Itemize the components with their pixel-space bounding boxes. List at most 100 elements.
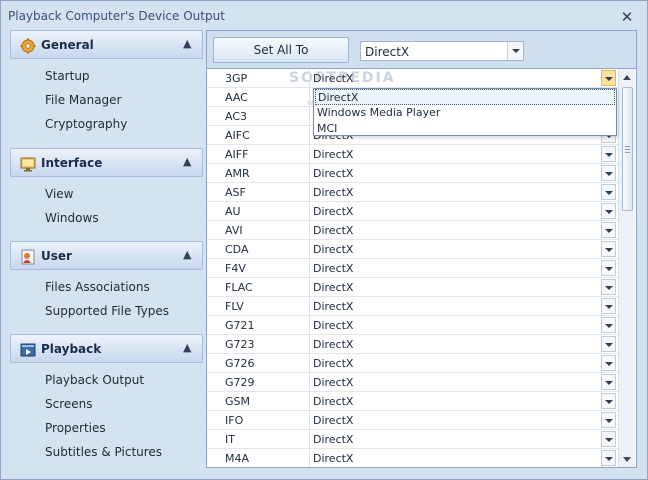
table-row[interactable]: FLAC DirectX — [207, 278, 618, 297]
table-row[interactable]: FLV DirectX — [207, 297, 618, 316]
format-cell: AIFF — [225, 148, 249, 161]
output-cell[interactable]: DirectX — [313, 72, 353, 85]
output-cell[interactable]: DirectX — [313, 262, 353, 275]
table-row[interactable]: M4A DirectX — [207, 449, 618, 467]
chevron-down-icon[interactable] — [601, 222, 616, 238]
set-all-select[interactable]: DirectX — [360, 41, 524, 61]
section-interface-header[interactable]: Interface ▲ — [10, 148, 203, 177]
table-row[interactable]: IT DirectX — [207, 430, 618, 449]
sidebar-item-supported-file-types[interactable]: Supported File Types — [45, 304, 169, 318]
chevron-down-icon[interactable] — [601, 393, 616, 409]
sidebar-item-windows[interactable]: Windows — [45, 211, 99, 225]
format-cell: AC3 — [225, 110, 248, 123]
output-cell[interactable]: DirectX — [313, 452, 353, 465]
output-cell[interactable]: DirectX — [313, 319, 353, 332]
scrollbar-thumb[interactable] — [622, 87, 633, 211]
output-dropdown-list: DirectX Windows Media Player MCI — [313, 88, 617, 136]
table-row[interactable]: G723 DirectX — [207, 335, 618, 354]
sidebar-item-screens[interactable]: Screens — [45, 397, 93, 411]
chevron-up-icon[interactable]: ▲ — [183, 37, 191, 50]
chevron-down-icon[interactable] — [601, 241, 616, 257]
section-interface: Interface ▲ View Windows — [10, 148, 203, 238]
table-row[interactable]: 3GP DirectX — [207, 69, 618, 88]
column-divider — [309, 183, 310, 202]
sidebar-item-playback-output[interactable]: Playback Output — [45, 373, 144, 387]
chevron-down-icon[interactable] — [601, 165, 616, 181]
column-divider — [309, 430, 310, 449]
format-cell: IFO — [225, 414, 244, 427]
output-cell[interactable]: DirectX — [313, 357, 353, 370]
output-cell[interactable]: DirectX — [313, 433, 353, 446]
output-cell[interactable]: DirectX — [313, 167, 353, 180]
device-output-panel: Set All To DirectX SOFTPEDIA www.softped… — [206, 30, 637, 468]
set-all-button[interactable]: Set All To — [213, 37, 349, 63]
table-row[interactable]: F4V DirectX — [207, 259, 618, 278]
section-title: Interface — [41, 156, 103, 170]
output-cell[interactable]: DirectX — [313, 281, 353, 294]
table-row[interactable]: G721 DirectX — [207, 316, 618, 335]
chevron-down-icon[interactable] — [601, 355, 616, 371]
table-row[interactable]: AU DirectX — [207, 202, 618, 221]
sidebar-item-startup[interactable]: Startup — [45, 69, 90, 83]
chevron-down-icon[interactable] — [601, 336, 616, 352]
chevron-down-icon[interactable] — [601, 431, 616, 447]
output-cell[interactable]: DirectX — [313, 148, 353, 161]
chevron-down-icon[interactable] — [601, 317, 616, 333]
format-cell: AVI — [225, 224, 243, 237]
output-cell[interactable]: DirectX — [313, 186, 353, 199]
format-cell: AIFC — [225, 129, 250, 142]
scroll-up-icon[interactable] — [619, 71, 636, 85]
chevron-down-icon[interactable] — [601, 203, 616, 219]
vertical-scrollbar[interactable] — [618, 69, 635, 467]
chevron-up-icon[interactable]: ▲ — [183, 341, 191, 354]
chevron-down-icon[interactable] — [601, 146, 616, 162]
table-row[interactable]: GSM DirectX — [207, 392, 618, 411]
output-cell[interactable]: DirectX — [313, 224, 353, 237]
table-row[interactable]: ASF DirectX — [207, 183, 618, 202]
output-cell[interactable]: DirectX — [313, 205, 353, 218]
dropdown-option[interactable]: MCI — [315, 121, 615, 137]
section-title: User — [41, 249, 72, 263]
sidebar-item-files-associations[interactable]: Files Associations — [45, 280, 150, 294]
output-cell[interactable]: DirectX — [313, 395, 353, 408]
column-divider — [309, 316, 310, 335]
table-row[interactable]: G729 DirectX — [207, 373, 618, 392]
scroll-down-icon[interactable] — [619, 452, 636, 466]
sidebar-item-file-manager[interactable]: File Manager — [45, 93, 122, 107]
section-playback-header[interactable]: Playback ▲ — [10, 334, 203, 363]
section-user-header[interactable]: User ▲ — [10, 241, 203, 270]
chevron-down-icon[interactable] — [601, 412, 616, 428]
table-row[interactable]: IFO DirectX — [207, 411, 618, 430]
close-icon[interactable]: ✕ — [618, 8, 636, 26]
dropdown-option[interactable]: DirectX — [315, 89, 615, 105]
column-divider — [309, 69, 310, 88]
output-cell[interactable]: DirectX — [313, 376, 353, 389]
dropdown-option[interactable]: Windows Media Player — [315, 105, 615, 121]
table-row[interactable]: CDA DirectX — [207, 240, 618, 259]
table-row[interactable]: AMR DirectX — [207, 164, 618, 183]
chevron-down-icon[interactable] — [601, 184, 616, 200]
chevron-down-icon[interactable] — [601, 374, 616, 390]
chevron-up-icon[interactable]: ▲ — [183, 248, 191, 261]
chevron-down-icon[interactable] — [507, 42, 523, 60]
format-cell: FLAC — [225, 281, 253, 294]
sidebar-item-view[interactable]: View — [45, 187, 73, 201]
chevron-down-icon[interactable] — [601, 298, 616, 314]
chevron-down-icon[interactable] — [601, 450, 616, 466]
chevron-down-icon[interactable] — [601, 70, 616, 86]
chevron-up-icon[interactable]: ▲ — [183, 155, 191, 168]
output-cell[interactable]: DirectX — [313, 338, 353, 351]
table-row[interactable]: G726 DirectX — [207, 354, 618, 373]
output-cell[interactable]: DirectX — [313, 300, 353, 313]
output-cell[interactable]: DirectX — [313, 243, 353, 256]
sidebar-item-subtitles-pictures[interactable]: Subtitles & Pictures — [45, 445, 162, 459]
sidebar-item-cryptography[interactable]: Cryptography — [45, 117, 127, 131]
section-general-header[interactable]: General ▲ — [10, 30, 203, 59]
chevron-down-icon[interactable] — [601, 279, 616, 295]
section-title: Playback — [41, 342, 102, 356]
chevron-down-icon[interactable] — [601, 260, 616, 276]
table-row[interactable]: AVI DirectX — [207, 221, 618, 240]
table-row[interactable]: AIFF DirectX — [207, 145, 618, 164]
output-cell[interactable]: DirectX — [313, 414, 353, 427]
sidebar-item-properties[interactable]: Properties — [45, 421, 106, 435]
